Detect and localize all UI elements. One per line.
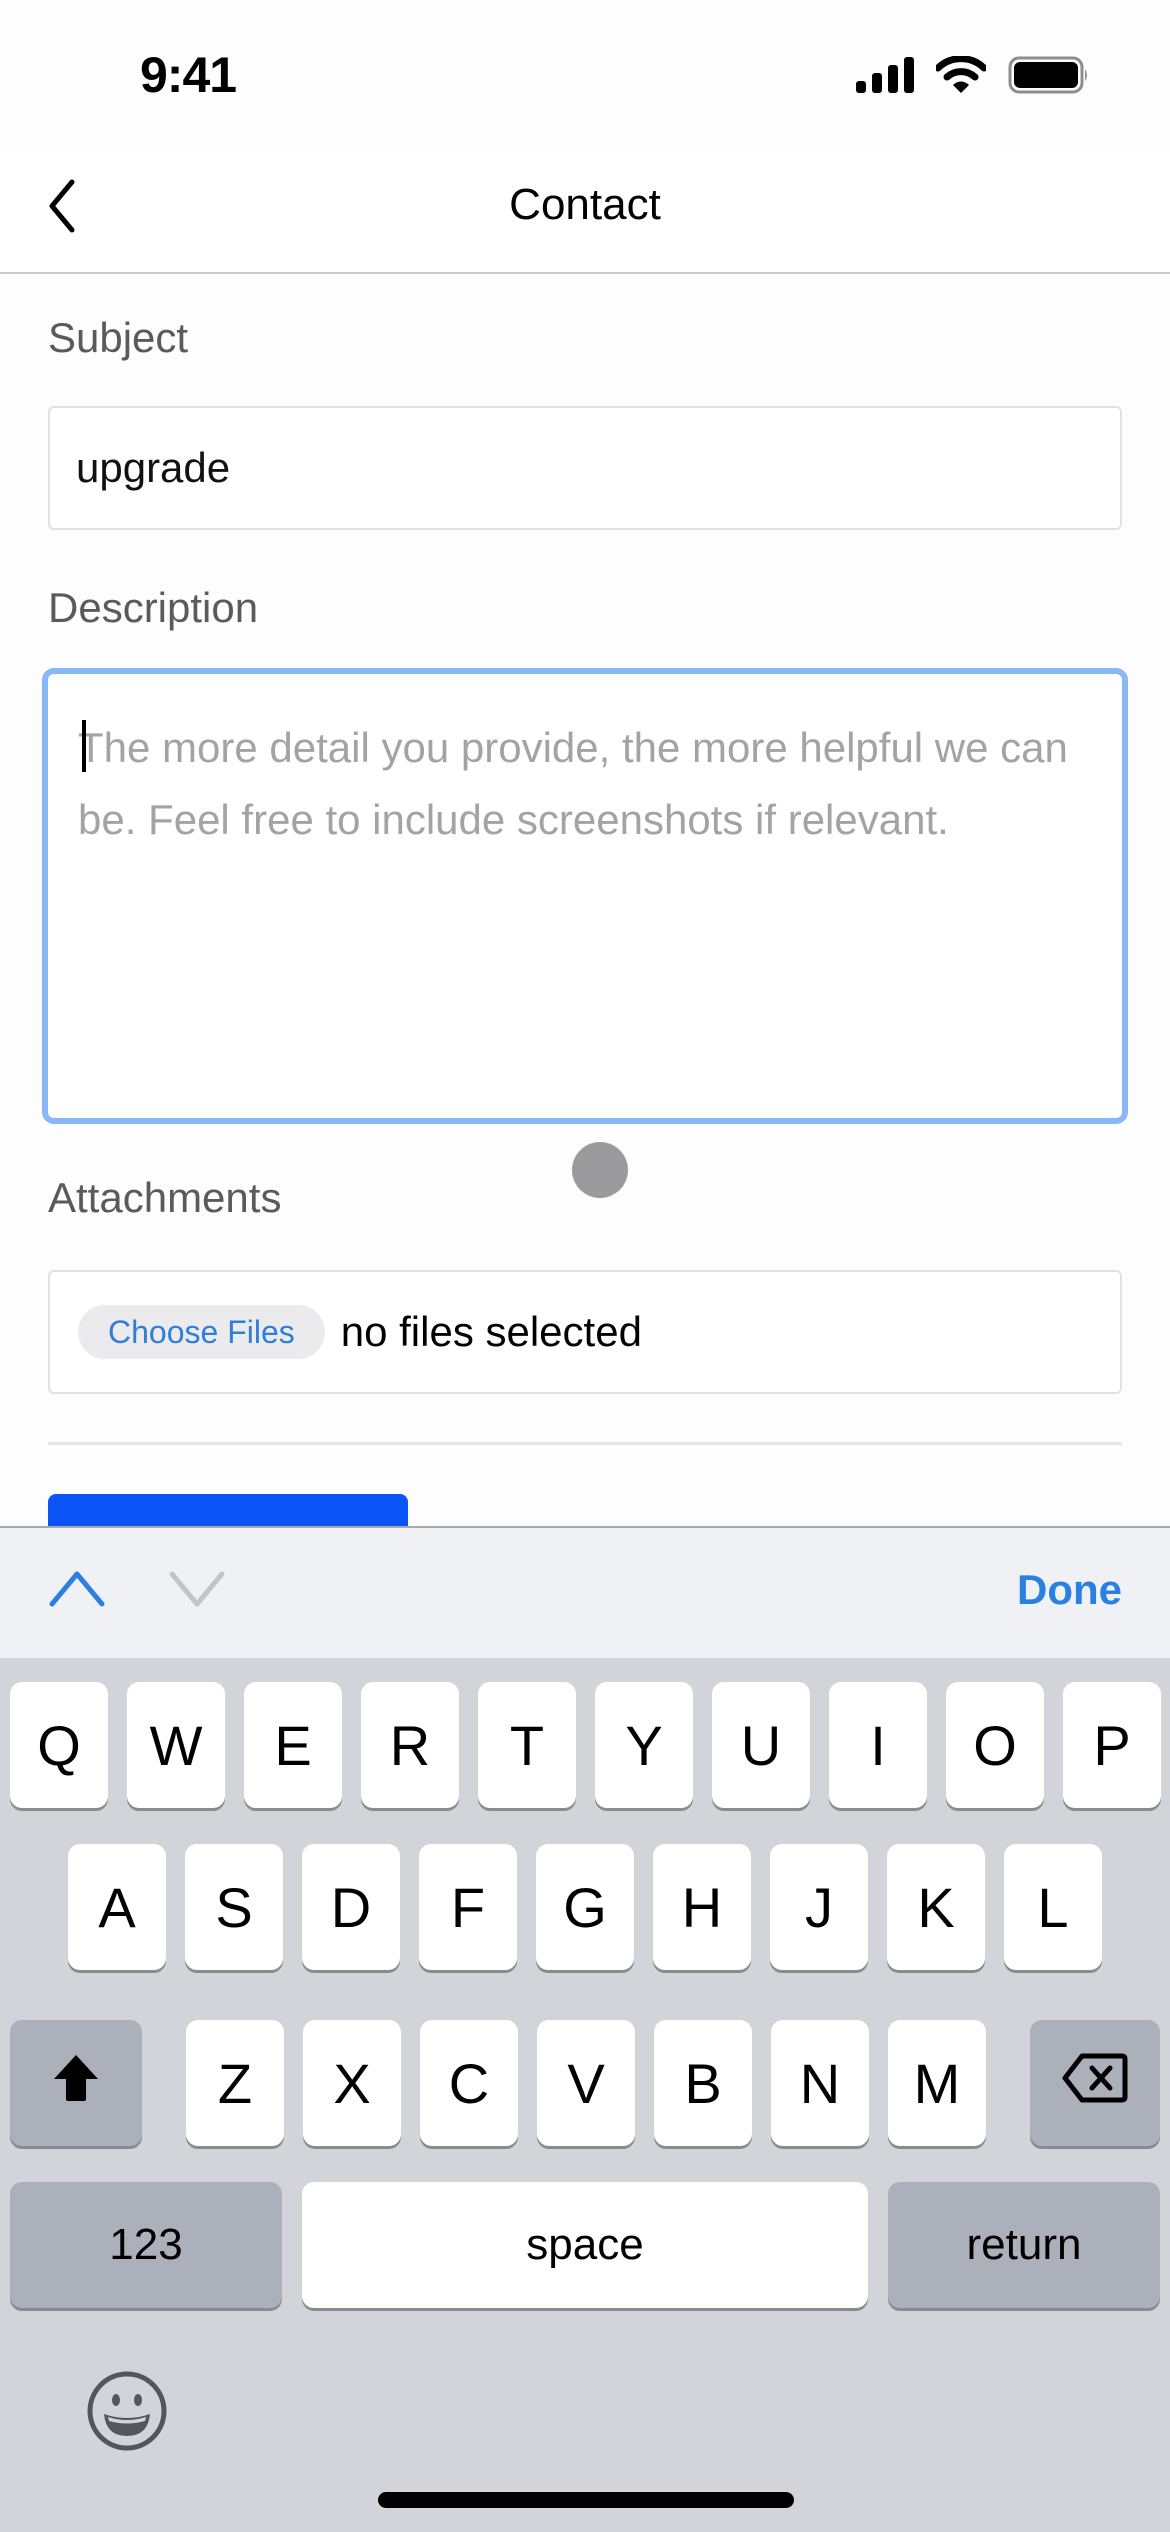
subject-input[interactable]: upgrade xyxy=(48,406,1122,530)
keyboard-accessory-bar: Done xyxy=(0,1526,1170,1658)
page-title: Contact xyxy=(509,180,661,229)
return-key[interactable]: return xyxy=(888,2182,1160,2308)
space-key[interactable]: space xyxy=(302,2182,868,2308)
attachments-file-input: Choose Files no files selected xyxy=(48,1270,1122,1394)
status-icons xyxy=(856,55,1090,99)
key-r[interactable]: R xyxy=(361,1682,459,1808)
touch-indicator xyxy=(572,1142,628,1198)
key-g[interactable]: G xyxy=(536,1844,634,1970)
description-textarea[interactable]: The more detail you provide, the more he… xyxy=(42,668,1128,1124)
key-z[interactable]: Z xyxy=(186,2020,284,2146)
key-s[interactable]: S xyxy=(185,1844,283,1970)
attachments-label: Attachments xyxy=(48,1174,282,1221)
wifi-icon xyxy=(934,55,988,99)
key-m[interactable]: M xyxy=(888,2020,986,2146)
key-y[interactable]: Y xyxy=(595,1682,693,1808)
navigation-bar: Contact xyxy=(0,150,1170,274)
chevron-up-icon xyxy=(48,1571,106,1612)
done-button[interactable]: Done xyxy=(1017,1566,1122,1614)
text-cursor xyxy=(82,720,86,772)
key-a[interactable]: A xyxy=(68,1844,166,1970)
key-x[interactable]: X xyxy=(303,2020,401,2146)
key-u[interactable]: U xyxy=(712,1682,810,1808)
key-w[interactable]: W xyxy=(127,1682,225,1808)
key-n[interactable]: N xyxy=(771,2020,869,2146)
chevron-down-icon xyxy=(168,1571,226,1612)
file-status: no files selected xyxy=(340,1308,642,1355)
keyboard: QWERTYUIOP ASDFGHJKL ZXCVBNM 123 space r… xyxy=(0,1658,1170,2532)
previous-field-button[interactable] xyxy=(48,1568,106,1613)
key-l[interactable]: L xyxy=(1004,1844,1102,1970)
key-q[interactable]: Q xyxy=(10,1682,108,1808)
key-h[interactable]: H xyxy=(653,1844,751,1970)
backspace-icon xyxy=(1062,2051,1128,2116)
next-field-button[interactable] xyxy=(168,1568,226,1613)
key-e[interactable]: E xyxy=(244,1682,342,1808)
battery-icon xyxy=(1008,56,1090,99)
home-indicator xyxy=(378,2492,794,2508)
numbers-key[interactable]: 123 xyxy=(10,2182,282,2308)
cellular-signal-icon xyxy=(856,57,914,98)
key-v[interactable]: V xyxy=(537,2020,635,2146)
key-t[interactable]: T xyxy=(478,1682,576,1808)
status-time: 9:41 xyxy=(140,47,237,103)
form-divider xyxy=(48,1442,1122,1445)
key-d[interactable]: D xyxy=(302,1844,400,1970)
shift-icon xyxy=(52,2051,100,2116)
shift-key[interactable] xyxy=(10,2020,142,2146)
emoji-icon xyxy=(86,2371,168,2456)
key-p[interactable]: P xyxy=(1063,1682,1161,1808)
key-k[interactable]: K xyxy=(887,1844,985,1970)
key-o[interactable]: O xyxy=(946,1682,1044,1808)
key-i[interactable]: I xyxy=(829,1682,927,1808)
key-c[interactable]: C xyxy=(420,2020,518,2146)
subject-value: upgrade xyxy=(76,444,231,491)
key-j[interactable]: J xyxy=(770,1844,868,1970)
delete-key[interactable] xyxy=(1030,2020,1160,2146)
subject-label: Subject xyxy=(48,314,189,361)
key-f[interactable]: F xyxy=(419,1844,517,1970)
description-label: Description xyxy=(48,584,259,631)
emoji-button[interactable] xyxy=(86,2370,168,2457)
key-b[interactable]: B xyxy=(654,2020,752,2146)
status-bar: 9:41 xyxy=(0,0,1170,150)
description-placeholder: The more detail you provide, the more he… xyxy=(78,724,1068,843)
choose-files-button[interactable]: Choose Files xyxy=(78,1305,325,1359)
